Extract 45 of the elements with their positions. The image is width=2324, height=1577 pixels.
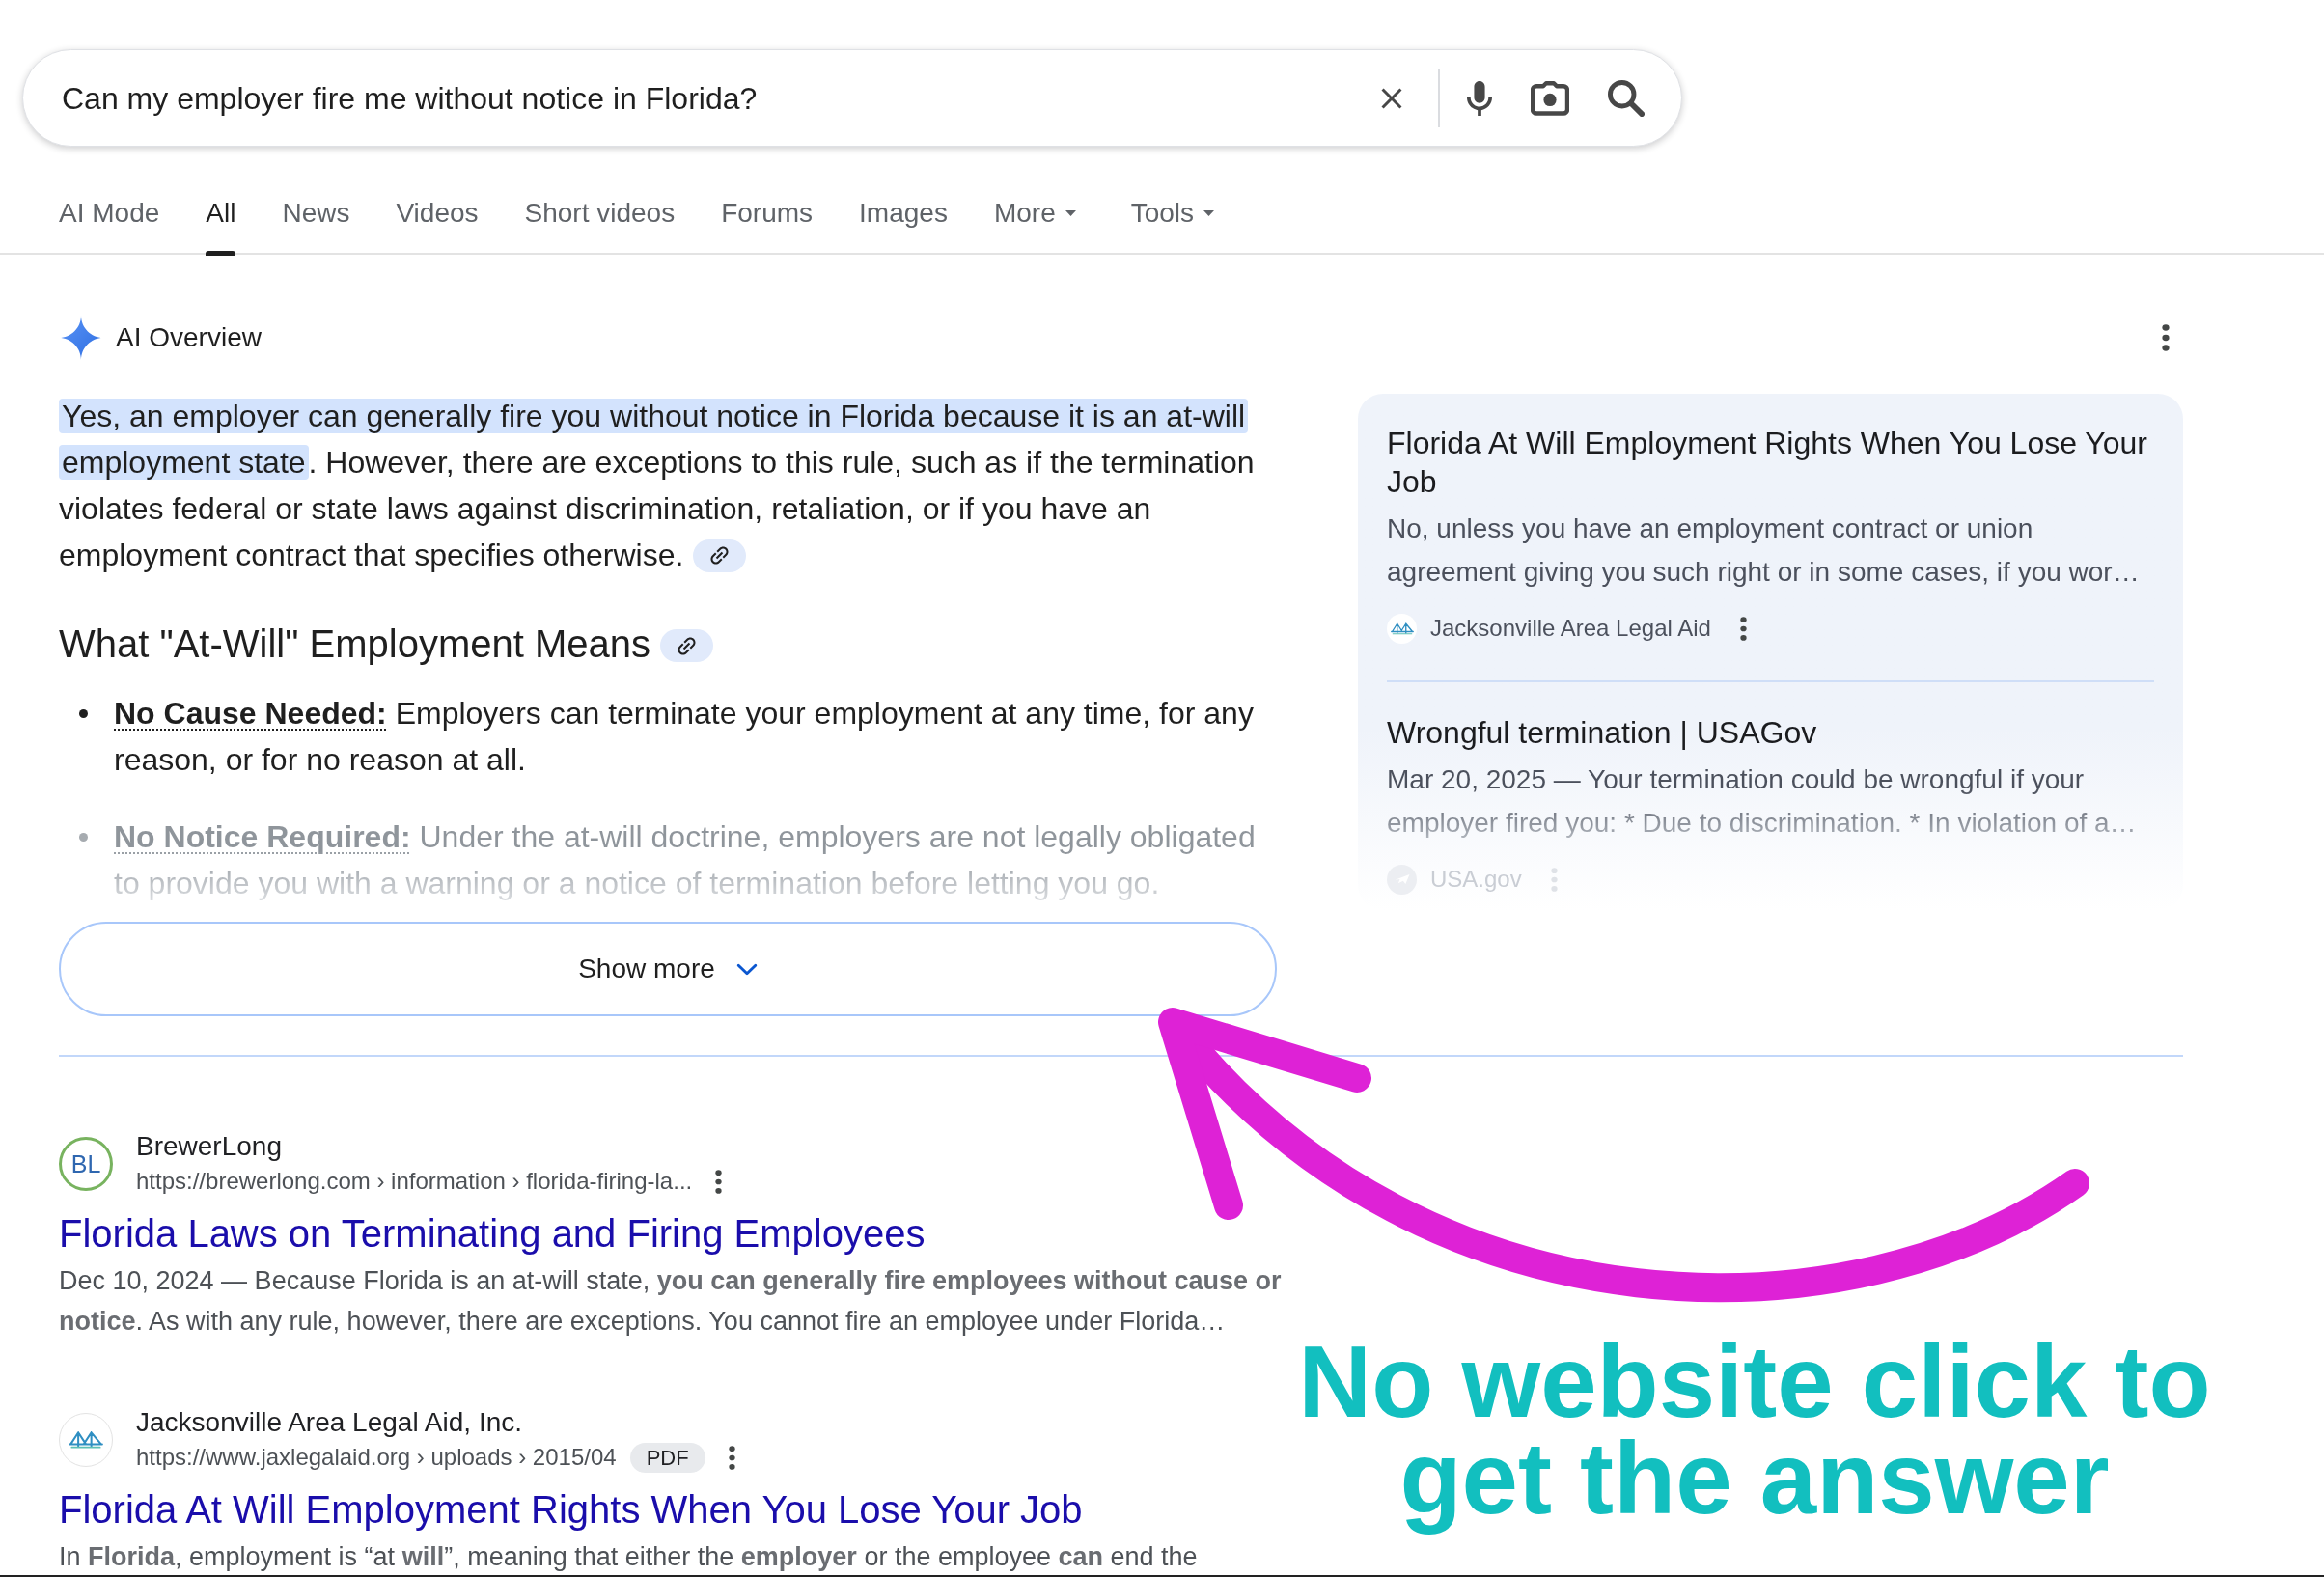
section-title: AI Overview [116,321,262,354]
result-title-link[interactable]: Florida At Will Employment Rights When You Lose Your Job [59,1485,1083,1534]
show-more-button[interactable]: Show more [59,922,1277,1016]
result-snippet: In Florida, employment is “at will”, meaning that either the employer or the employee can end the [59,1541,1199,1573]
tools-button[interactable]: Tools [1130,187,1215,255]
search-bar[interactable]: Can my employer fire me without notice in Florida? [22,49,1682,147]
search-tab[interactable]: AI Mode [59,187,160,255]
source-title[interactable]: Florida At Will Employment Rights When You Lose Your Job [1387,424,2154,501]
section-heading: What "At-Will" Employment Means [59,622,650,667]
camera-icon[interactable] [1531,80,1569,116]
source-site-name: Jacksonville Area Legal Aid [1430,614,1711,643]
site-name: Jacksonville Area Legal Aid, Inc. [136,1406,523,1439]
microphone-icon[interactable] [1467,80,1492,116]
annotation-text: No website click to get the answer [1297,1324,2212,1536]
chevron-down-icon [735,962,758,976]
source-link-button[interactable] [693,539,747,572]
source-title[interactable]: Wrongful termination | USAGov [1387,713,2154,752]
source-snippet: No, unless you have an employment contract or union agreement giving you such right or in some cases, if you wor… [1387,512,2141,589]
search-input[interactable]: Can my employer fire me without notice in Florida? [62,74,1355,122]
search-tab[interactable]: All [206,187,236,255]
link-icon [678,636,696,655]
result-url: https://brewerlong.com › information › florida-firing-la... [136,1167,693,1196]
source-link-button[interactable] [660,629,713,662]
site-name: BrewerLong [136,1130,283,1163]
result-title-link[interactable]: Florida Laws on Terminating and Firing Employees [59,1209,926,1258]
search-tab[interactable]: More [993,187,1076,255]
search-tab[interactable]: Images [859,187,948,255]
search-tab[interactable]: Short videos [524,187,676,255]
bullet-text: No Cause Needed: Employers can terminate your employment at any time, for any reason, or for no reason at all. [114,695,1255,779]
search-tab[interactable]: Forums [721,187,814,255]
bridge-logo-icon [59,1413,113,1467]
search-tab[interactable]: Videos [396,187,479,255]
kebab-menu-icon[interactable] [1739,616,1747,641]
kebab-menu-icon[interactable] [2162,324,2170,351]
bridge-logo-icon [1387,613,1417,644]
result-snippet: Dec 10, 2024 — Because Florida is an at-will state, you can generally fire employees without cause or notice. As with any rule, however, there are exceptions. You cannot fire an employee under Florida… [59,1265,1283,1338]
result-url: https://www.jaxlegalaid.org › uploads › 2015/04 [136,1443,617,1472]
pdf-badge: PDF [629,1442,706,1473]
search-icon[interactable] [1608,79,1645,117]
kebab-menu-icon[interactable] [715,1169,723,1194]
answer-paragraph: Yes, an employer can generally fire you without notice in Florida because it is an at-will employment state. However, there are exceptions to this rule, such as if the termination violates federal or state laws against discrimination, retaliation, or if you have an employment contract that specifies otherwise. [59,398,1256,574]
link-icon [710,546,730,566]
kebab-menu-icon[interactable] [728,1445,735,1470]
monogram-logo: BL [59,1137,113,1191]
search-tab[interactable]: News [282,187,350,255]
